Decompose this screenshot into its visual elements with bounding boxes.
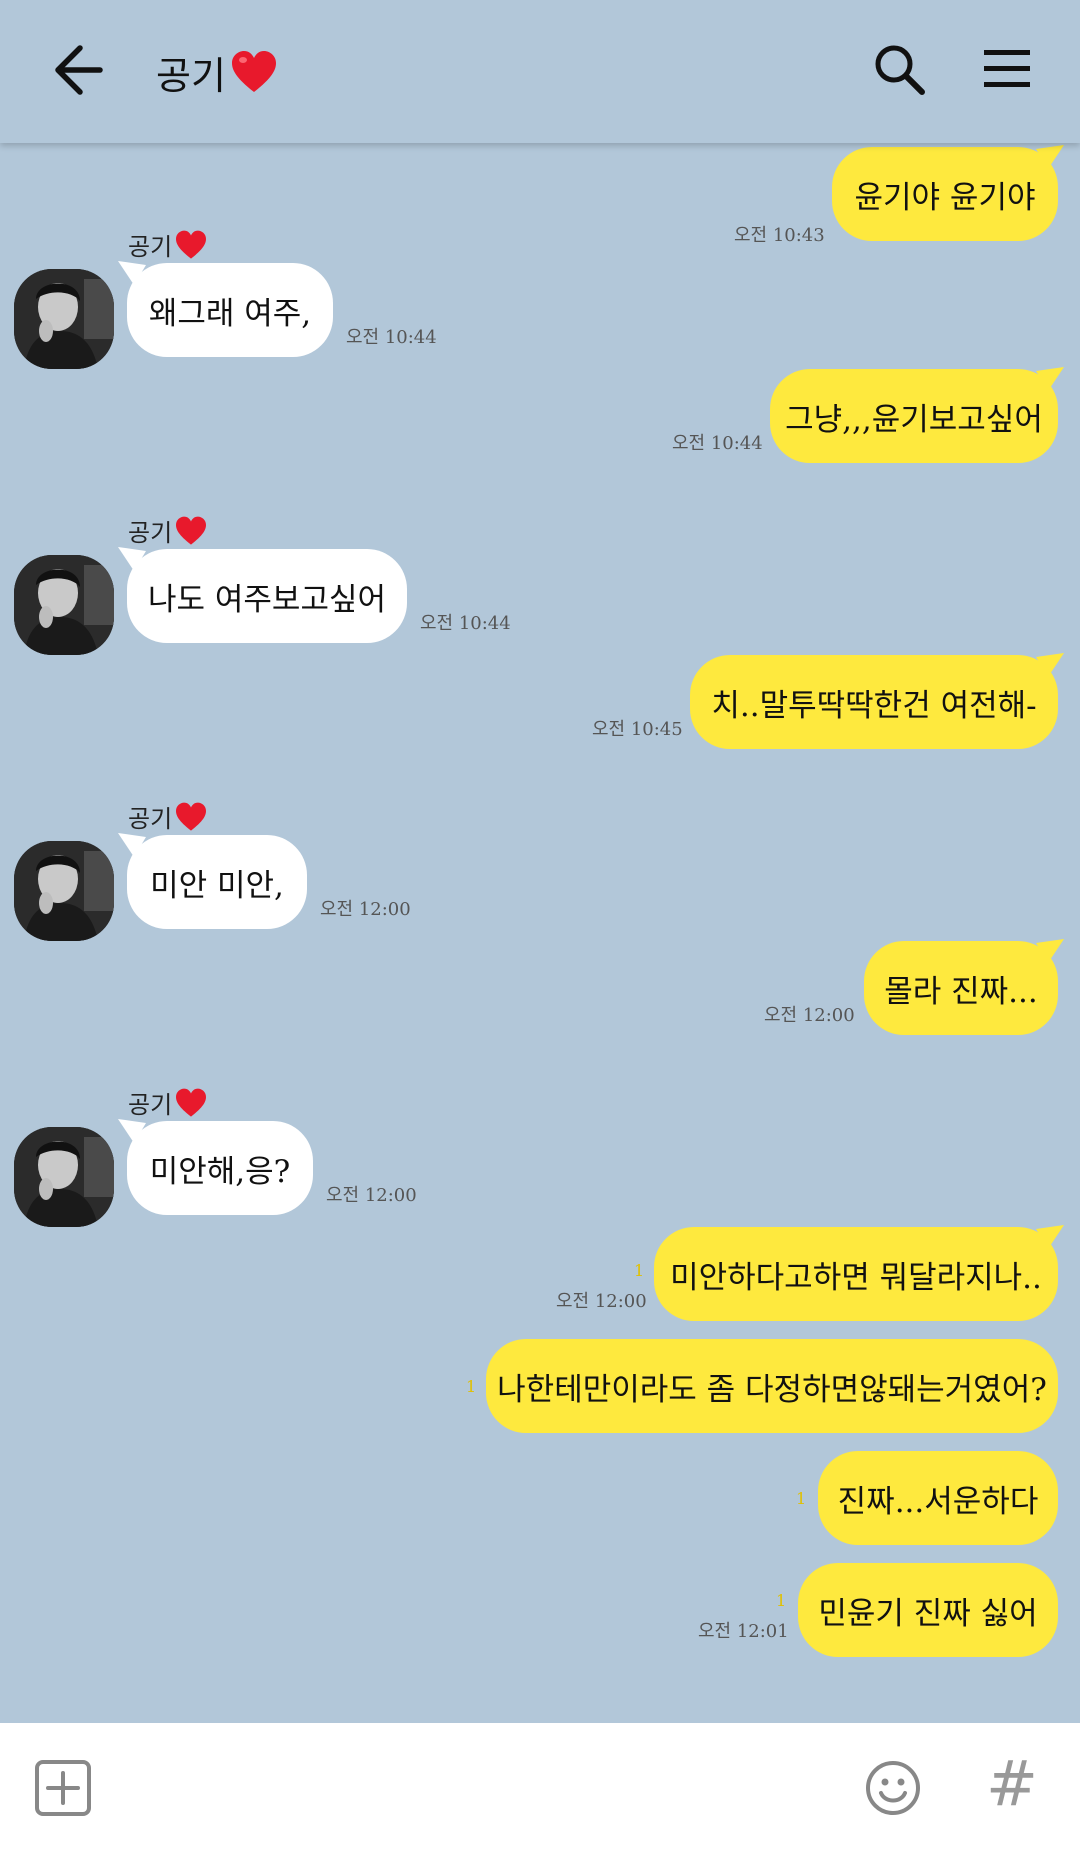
avatar[interactable] (14, 841, 114, 941)
chat-header: 공기 (0, 0, 1080, 143)
profile-photo (14, 555, 114, 655)
arrow-left-icon (55, 45, 103, 95)
avatar[interactable] (14, 1127, 114, 1227)
message-text: 미안해,응? (149, 1153, 291, 1190)
plus-box-icon (35, 1760, 91, 1816)
smiley-icon (866, 1761, 920, 1815)
heart-icon (176, 1088, 207, 1117)
message-text: 미안하다고하면 뭐달라지나.. (670, 1259, 1042, 1296)
unread-count: 1 (634, 1261, 645, 1280)
chat-title: 공기 (156, 44, 278, 100)
message-time: 오전 10:44 (672, 433, 763, 454)
message-text: 몰라 진짜... (884, 973, 1038, 1010)
message-text: 나도 여주보고싶어 (148, 581, 387, 618)
my-message-bubble[interactable]: 민윤기 진짜 싫어 (798, 1563, 1058, 1657)
my-message-bubble[interactable]: 진짜...서운하다 (818, 1451, 1058, 1545)
message-time: 오전 12:01 (698, 1621, 789, 1642)
sender-name-text: 공기 (128, 233, 173, 261)
my-message-bubble[interactable]: 몰라 진짜... (864, 941, 1058, 1035)
sender-name: 공기 (128, 513, 208, 548)
chat-area[interactable]: 윤기야 윤기야 오전 10:43 공기 왜그래 여주, 오전 10:44 그냥,… (0, 143, 1080, 1723)
my-message-bubble[interactable]: 치..말투딱딱한건 여전해- (690, 655, 1058, 749)
menu-button[interactable] (982, 46, 1032, 92)
my-message-bubble[interactable]: 윤기야 윤기야 (832, 147, 1058, 241)
heart-icon (231, 51, 276, 92)
message-text: 왜그래 여주, (148, 295, 312, 332)
message-text: 진짜...서운하다 (837, 1483, 1039, 1520)
avatar[interactable] (14, 555, 114, 655)
message-text: 민윤기 진짜 싫어 (818, 1595, 1038, 1632)
my-message-bubble[interactable]: 그냥,,,윤기보고싶어 (770, 369, 1058, 463)
message-time: 오전 12:00 (556, 1291, 647, 1312)
sender-name-text: 공기 (128, 519, 173, 547)
message-text: 미안 미안, (150, 867, 284, 904)
message-text: 그냥,,,윤기보고싶어 (785, 401, 1043, 438)
profile-photo (14, 269, 114, 369)
message-time: 오전 10:43 (734, 225, 825, 246)
sender-name: 공기 (128, 227, 208, 262)
their-message-bubble[interactable]: 나도 여주보고싶어 (127, 549, 407, 643)
my-message-bubble[interactable]: 미안하다고하면 뭐달라지나.. (654, 1227, 1058, 1321)
sender-name-text: 공기 (128, 1091, 173, 1119)
message-text: 나한테만이라도 좀 다정하면않돼는거였어? (497, 1371, 1047, 1408)
sender-name-text: 공기 (128, 805, 173, 833)
unread-count: 1 (466, 1377, 477, 1396)
their-message-bubble[interactable]: 왜그래 여주, (127, 263, 333, 357)
message-time: 오전 10:44 (420, 613, 511, 634)
message-time: 오전 12:00 (764, 1005, 855, 1026)
message-input-bar: # (0, 1723, 1080, 1853)
emoji-button[interactable] (864, 1759, 922, 1817)
chat-title-text: 공기 (156, 53, 226, 98)
message-text: 윤기야 윤기야 (854, 179, 1036, 216)
heart-icon (176, 802, 207, 831)
attach-button[interactable] (34, 1759, 92, 1817)
message-time: 오전 12:00 (326, 1185, 417, 1206)
sender-name: 공기 (128, 1085, 208, 1120)
hashtag-button[interactable]: # (984, 1751, 1040, 1817)
search-button[interactable] (872, 42, 928, 98)
avatar[interactable] (14, 269, 114, 369)
message-time: 오전 12:00 (320, 899, 411, 920)
search-icon (875, 45, 925, 95)
heart-icon (176, 230, 207, 259)
unread-count: 1 (796, 1489, 807, 1508)
my-message-bubble[interactable]: 나한테만이라도 좀 다정하면않돼는거였어? (486, 1339, 1058, 1433)
back-button[interactable] (46, 40, 106, 100)
message-time: 오전 10:44 (346, 327, 437, 348)
sender-name: 공기 (128, 799, 208, 834)
profile-photo (14, 1127, 114, 1227)
hamburger-menu-icon (984, 50, 1030, 87)
unread-count: 1 (776, 1591, 787, 1610)
message-text: 치..말투딱딱한건 여전해- (711, 687, 1037, 724)
profile-photo (14, 841, 114, 941)
heart-icon (176, 516, 207, 545)
their-message-bubble[interactable]: 미안 미안, (127, 835, 307, 929)
message-time: 오전 10:45 (592, 719, 683, 740)
their-message-bubble[interactable]: 미안해,응? (127, 1121, 313, 1215)
